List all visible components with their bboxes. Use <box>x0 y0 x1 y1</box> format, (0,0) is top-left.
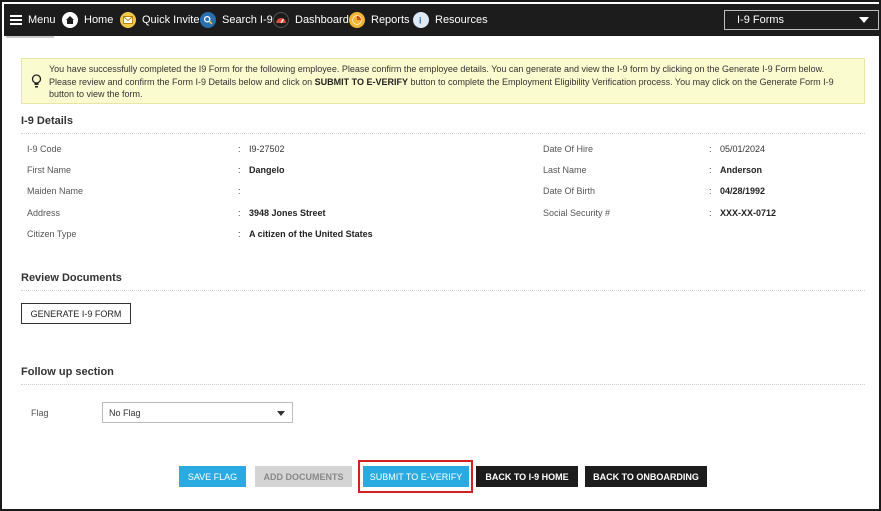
alert-line-1: You have successfully completed the I9 F… <box>49 64 825 74</box>
flag-dropdown-value: No Flag <box>109 407 141 418</box>
citizen-type-value: A citizen of the United States <box>249 229 373 239</box>
nav-dashboard-label: Dashboard <box>295 14 349 26</box>
invite-icon <box>120 12 136 28</box>
top-nav-bar: Menu Home Quick Invite Search I-9 Dashbo… <box>4 4 881 36</box>
success-alert: You have successfully completed the I9 F… <box>21 58 865 104</box>
reports-icon <box>349 12 365 28</box>
generate-i9-form-button[interactable]: GENERATE I-9 FORM <box>21 303 131 324</box>
maiden-name-label: Maiden Name <box>27 186 84 196</box>
chevron-down-icon <box>859 17 869 23</box>
menu-tab-indicator <box>6 36 54 38</box>
i9-code-value: I9-27502 <box>249 144 285 154</box>
ssn-value: XXX-XX-0712 <box>720 208 777 218</box>
nav-quick-invite[interactable]: Quick Invite <box>120 4 199 36</box>
review-documents-title: Review Documents <box>21 272 122 284</box>
flag-label: Flag <box>31 408 49 418</box>
submit-to-e-verify-button[interactable]: SUBMIT TO E-VERIFY <box>363 466 469 487</box>
back-to-i9-home-button[interactable]: BACK TO I-9 HOME <box>476 466 578 487</box>
resources-icon: i <box>413 12 429 28</box>
add-documents-button[interactable]: ADD DOCUMENTS <box>255 466 352 487</box>
first-name-value: Dangelo <box>249 165 285 175</box>
citizen-type-label: Citizen Type <box>27 229 77 239</box>
section-divider <box>21 133 865 134</box>
search-icon <box>200 12 216 28</box>
flag-dropdown[interactable]: No Flag <box>102 402 293 423</box>
address-label: Address <box>27 208 61 218</box>
nav-search-i9[interactable]: Search I-9 <box>200 4 273 36</box>
date-of-birth-label: Date Of Birth <box>543 186 596 196</box>
svg-text:i: i <box>419 16 422 26</box>
nav-quick-invite-label: Quick Invite <box>142 14 200 26</box>
colon: : <box>238 144 241 154</box>
address-value: 3948 Jones Street <box>249 208 326 218</box>
menu-label: Menu <box>28 14 56 26</box>
last-name-value: Anderson <box>720 165 763 175</box>
alert-message: You have successfully completed the I9 F… <box>49 63 859 101</box>
nav-home-label: Home <box>84 14 114 26</box>
first-name-label: First Name <box>27 165 72 175</box>
ssn-label: Social Security # <box>543 208 611 218</box>
nav-reports-label: Reports <box>371 14 410 26</box>
colon: : <box>709 144 712 154</box>
dashboard-icon <box>273 12 289 28</box>
i9-details-title: I-9 Details <box>21 115 73 127</box>
colon: : <box>709 165 712 175</box>
nav-reports[interactable]: Reports <box>349 4 410 36</box>
colon: : <box>238 165 241 175</box>
alert-line-2-prefix: Please review and confirm the Form I-9 D… <box>49 76 315 87</box>
colon: : <box>238 186 241 196</box>
date-of-birth-value: 04/28/1992 <box>720 186 766 196</box>
section-divider <box>21 384 865 385</box>
alert-line-2-bold: SUBMIT TO E-VERIFY <box>314 76 408 87</box>
app-frame: Menu Home Quick Invite Search I-9 Dashbo… <box>0 0 881 511</box>
i9-code-label: I-9 Code <box>27 144 62 154</box>
date-of-hire-label: Date Of Hire <box>543 144 594 154</box>
date-of-hire-value: 05/01/2024 <box>720 144 766 154</box>
nav-resources-label: Resources <box>435 14 488 26</box>
section-divider <box>21 290 865 291</box>
hamburger-icon <box>10 15 22 25</box>
nav-home[interactable]: Home <box>62 4 113 36</box>
nav-search-i9-label: Search I-9 <box>222 14 273 26</box>
save-flag-button[interactable]: SAVE FLAG <box>179 466 246 487</box>
colon: : <box>238 208 241 218</box>
i9-forms-dropdown[interactable]: I-9 Forms <box>724 10 879 30</box>
nav-dashboard[interactable]: Dashboard <box>273 4 349 36</box>
chevron-down-icon <box>277 411 285 416</box>
colon: : <box>238 229 241 239</box>
nav-resources[interactable]: i Resources <box>413 4 488 36</box>
i9-forms-dropdown-value: I-9 Forms <box>737 14 785 26</box>
home-icon <box>62 12 78 28</box>
colon: : <box>709 208 712 218</box>
last-name-label: Last Name <box>543 165 587 175</box>
colon: : <box>709 186 712 196</box>
lightbulb-icon <box>31 74 42 88</box>
alert-line-2: Please review and confirm the Form I-9 D… <box>49 76 859 101</box>
follow-up-section-title: Follow up section <box>21 366 114 378</box>
menu-button[interactable]: Menu <box>10 4 56 36</box>
back-to-onboarding-button[interactable]: BACK TO ONBOARDING <box>585 466 707 487</box>
